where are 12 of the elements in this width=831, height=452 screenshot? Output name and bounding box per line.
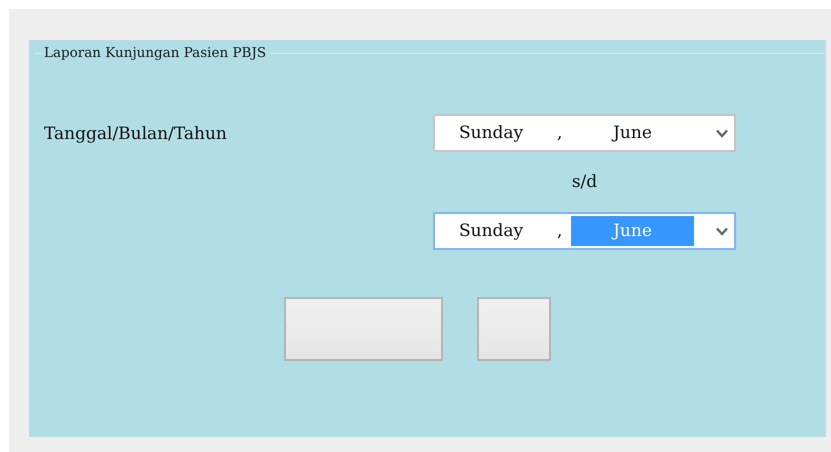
date-picker[interactable]: Sunday , June [433, 212, 736, 250]
separator: , [557, 221, 564, 241]
separator: , [557, 123, 564, 143]
date-label: Tanggal/Bulan/Tahun [44, 124, 228, 144]
day-value[interactable]: Sunday [459, 221, 557, 241]
chevron-down-icon[interactable] [716, 226, 728, 236]
month-value[interactable]: June [571, 118, 694, 148]
date-picker[interactable]: Sunday , June [433, 114, 736, 152]
panel-title: Laporan Kunjungan Pasien PBJS [43, 45, 266, 61]
day-value[interactable]: Sunday [459, 123, 557, 143]
range-separator: s/d [572, 171, 598, 194]
chevron-down-icon[interactable] [716, 128, 728, 138]
